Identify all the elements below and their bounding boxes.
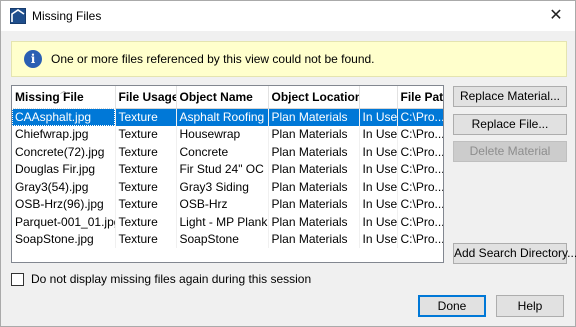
done-button[interactable]: Done (418, 295, 486, 317)
cell-object-name: Fir Stud 24" OC (176, 160, 269, 178)
info-icon: i (24, 50, 42, 68)
cell-object-location: Plan Materials (268, 108, 360, 126)
column-header-object-name[interactable]: Object Name (176, 86, 269, 109)
do-not-display-again-option[interactable]: Do not display missing files again durin… (11, 272, 311, 286)
add-search-directory-button[interactable]: Add Search Directory... (453, 243, 576, 264)
cell-file-usage: Texture (115, 108, 177, 126)
cell-missing-file: Douglas Fir.jpg (12, 160, 116, 178)
cell-status: In Use (359, 160, 398, 178)
table-row[interactable]: Chiefwrap.jpg Texture Housewrap Plan Mat… (12, 125, 443, 143)
cell-status: In Use (359, 195, 398, 213)
table-row[interactable]: CAAsphalt.jpg Texture Asphalt Roofing Pl… (12, 108, 443, 126)
cell-object-name: Light - MP Plank (176, 213, 269, 231)
cell-file-path: C:\Pro... (397, 125, 443, 143)
do-not-display-again-checkbox[interactable] (11, 272, 24, 286)
cell-object-location: Plan Materials (268, 195, 360, 213)
table-row[interactable]: Concrete(72).jpg Texture Concrete Plan M… (12, 143, 443, 161)
column-header-object-location[interactable]: Object Location (268, 86, 360, 109)
cell-file-path: C:\Pro... (397, 108, 443, 126)
cell-file-path: C:\Pro... (397, 213, 443, 231)
delete-material-button[interactable]: Delete Material (453, 141, 567, 162)
cell-object-name: OSB-Hrz (176, 195, 269, 213)
table-header-row: ︿ Missing File File Usage Object Name Obj… (12, 86, 443, 109)
table-row[interactable]: Gray3(54).jpg Texture Gray3 Siding Plan … (12, 178, 443, 196)
column-header-missing-file[interactable]: ︿ Missing File (12, 86, 116, 109)
cell-status: In Use (359, 143, 398, 161)
cell-missing-file: Gray3(54).jpg (12, 178, 116, 196)
cell-file-path: C:\Pro... (397, 230, 443, 248)
cell-file-path: C:\Pro... (397, 143, 443, 161)
table-row[interactable]: SoapStone.jpg Texture SoapStone Plan Mat… (12, 230, 443, 248)
cell-object-location: Plan Materials (268, 213, 360, 231)
cell-file-path: C:\Pro... (397, 178, 443, 196)
cell-file-usage: Texture (115, 195, 177, 213)
cell-missing-file: OSB-Hrz(96).jpg (12, 195, 116, 213)
table-row[interactable]: OSB-Hrz(96).jpg Texture OSB-Hrz Plan Mat… (12, 195, 443, 213)
missing-files-dialog: Missing Files ✕ i One or more files refe… (0, 0, 576, 327)
cell-object-location: Plan Materials (268, 178, 360, 196)
help-button[interactable]: Help (496, 295, 564, 317)
cell-object-location: Plan Materials (268, 143, 360, 161)
cell-object-location: Plan Materials (268, 125, 360, 143)
banner-message: One or more files referenced by this vie… (51, 52, 375, 66)
cell-file-usage: Texture (115, 143, 177, 161)
cell-missing-file: Concrete(72).jpg (12, 143, 116, 161)
cell-missing-file: SoapStone.jpg (12, 230, 116, 248)
sort-ascending-icon: ︿ (60, 86, 68, 95)
cell-missing-file: CAAsphalt.jpg (12, 108, 116, 126)
column-header-status[interactable] (359, 86, 398, 109)
cell-file-usage: Texture (115, 125, 177, 143)
cell-status: In Use (359, 230, 398, 248)
cell-object-name: Gray3 Siding (176, 178, 269, 196)
checkbox-label: Do not display missing files again durin… (31, 272, 312, 286)
cell-missing-file: Chiefwrap.jpg (12, 125, 116, 143)
cell-object-location: Plan Materials (268, 230, 360, 248)
cell-object-name: Concrete (176, 143, 269, 161)
table-row[interactable]: Douglas Fir.jpg Texture Fir Stud 24" OC … (12, 160, 443, 178)
missing-files-table[interactable]: ︿ Missing File File Usage Object Name Obj… (11, 85, 444, 263)
cell-object-name: SoapStone (176, 230, 269, 248)
info-banner: i One or more files referenced by this v… (11, 41, 567, 77)
cell-missing-file: Parquet-001_01.jpg (12, 213, 116, 231)
cell-object-name: Asphalt Roofing (176, 108, 269, 126)
cell-object-location: Plan Materials (268, 160, 360, 178)
title-bar: Missing Files ✕ (1, 1, 575, 31)
cell-file-usage: Texture (115, 160, 177, 178)
cell-status: In Use (359, 178, 398, 196)
cell-status: In Use (359, 213, 398, 231)
cell-file-usage: Texture (115, 178, 177, 196)
cell-file-path: C:\Pro... (397, 160, 443, 178)
replace-file-button[interactable]: Replace File... (453, 114, 567, 135)
cell-object-name: Housewrap (176, 125, 269, 143)
cell-file-usage: Texture (115, 213, 177, 231)
column-header-file-usage[interactable]: File Usage (115, 86, 177, 109)
cell-file-usage: Texture (115, 230, 177, 248)
cell-file-path: C:\Pro... (397, 195, 443, 213)
close-icon[interactable]: ✕ (545, 5, 567, 27)
replace-material-button[interactable]: Replace Material... (453, 86, 567, 107)
table-row[interactable]: Parquet-001_01.jpg Texture Light - MP Pl… (12, 213, 443, 231)
cell-status: In Use (359, 108, 398, 126)
column-header-file-path[interactable]: File Path (397, 86, 443, 109)
app-icon (10, 8, 26, 24)
window-title: Missing Files (32, 9, 102, 23)
cell-status: In Use (359, 125, 398, 143)
